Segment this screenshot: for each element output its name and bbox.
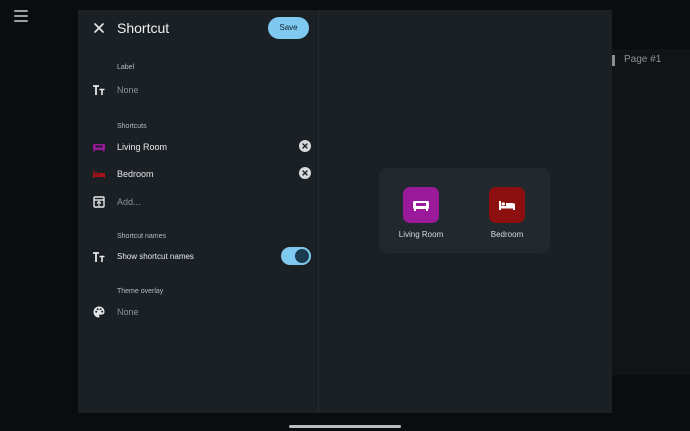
show-names-toggle[interactable] bbox=[281, 247, 311, 265]
pane-divider bbox=[318, 10, 319, 413]
shortcut-item-label[interactable]: Living Room bbox=[117, 142, 167, 152]
preview-tile-living-room[interactable] bbox=[403, 187, 439, 223]
label-value[interactable]: None bbox=[117, 85, 139, 95]
shortcut-names-heading: Shortcut names bbox=[117, 233, 167, 240]
sofa-icon bbox=[92, 140, 106, 154]
preview-tile-label: Bedroom bbox=[490, 230, 524, 239]
text-format-icon bbox=[92, 83, 106, 97]
preview-tile-bedroom[interactable] bbox=[489, 187, 525, 223]
save-button[interactable]: Save bbox=[268, 17, 309, 39]
page-indicator-bar bbox=[612, 55, 615, 66]
bed-icon bbox=[92, 167, 106, 181]
shortcuts-heading: Shortcuts bbox=[117, 123, 147, 130]
text-format-icon bbox=[92, 250, 106, 264]
theme-overlay-value[interactable]: None bbox=[117, 307, 139, 317]
label-heading: Label bbox=[117, 64, 135, 71]
dialog-title: Shortcut bbox=[117, 20, 170, 36]
theme-overlay-heading: Theme overlay bbox=[117, 288, 164, 295]
close-icon[interactable] bbox=[92, 21, 106, 35]
gesture-bar[interactable] bbox=[289, 425, 401, 428]
background-panel bbox=[612, 49, 690, 375]
palette-icon bbox=[92, 305, 106, 319]
remove-shortcut-icon[interactable] bbox=[299, 140, 311, 152]
toggle-knob bbox=[295, 249, 309, 263]
page-label: Page #1 bbox=[624, 54, 662, 65]
settings-pane: Shortcut Save Label None Shortcuts Livin… bbox=[78, 10, 318, 413]
menu-icon[interactable] bbox=[14, 10, 28, 22]
shortcut-preview: Living Room Bedroom bbox=[379, 168, 550, 253]
preview-tile-label: Living Room bbox=[398, 230, 444, 239]
add-shortcut-icon bbox=[92, 195, 106, 209]
shortcut-dialog: Shortcut Save Label None Shortcuts Livin… bbox=[78, 10, 612, 413]
bed-icon bbox=[499, 201, 515, 210]
show-names-label: Show shortcut names bbox=[117, 252, 194, 261]
shortcut-item-label[interactable]: Bedroom bbox=[117, 169, 154, 179]
sofa-icon bbox=[413, 201, 429, 211]
remove-shortcut-icon[interactable] bbox=[299, 167, 311, 179]
add-shortcut-button[interactable]: Add... bbox=[117, 197, 141, 207]
